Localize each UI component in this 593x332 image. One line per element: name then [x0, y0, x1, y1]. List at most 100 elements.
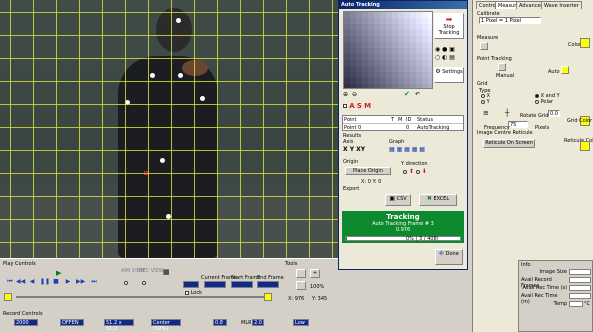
play-forward-icon[interactable]: ▶ [64, 278, 72, 285]
aim-view-radio[interactable] [124, 280, 128, 286]
rec-view-radio[interactable] [142, 280, 146, 286]
auto-label: Auto [548, 69, 560, 75]
frame-spin[interactable] [183, 281, 199, 288]
football [182, 60, 208, 76]
tracking-progress: 0% ( 3 / 408) [345, 236, 461, 242]
start-frame-field[interactable] [231, 281, 253, 288]
shutter-field[interactable]: OFFEN [60, 319, 84, 326]
measure-label: Measure [477, 35, 499, 41]
gain-field[interactable]: 0.8 [213, 319, 227, 326]
settings-label: Settings [442, 69, 463, 75]
grid-line [217, 0, 218, 258]
progress-text: 0% ( 3 / 408) [406, 236, 439, 242]
grid-line [0, 58, 338, 59]
ruler-icon[interactable] [480, 42, 488, 50]
tracking-marker [200, 96, 205, 101]
template-preview [343, 11, 433, 89]
mark-out-icon[interactable] [264, 293, 272, 301]
tool-button[interactable] [296, 269, 306, 278]
grid-line [0, 12, 338, 13]
mlr-field[interactable]: 2.0 [252, 319, 264, 326]
grid-type-y[interactable]: Y [481, 99, 490, 105]
grid-line [0, 127, 338, 128]
target-icons-row2[interactable]: ○ ◐ ▤ [435, 54, 455, 61]
play-reverse-icon[interactable]: ◀ [28, 278, 36, 285]
grid-cross-icon[interactable]: ┼ [505, 109, 509, 117]
grid-label: Grid [477, 81, 488, 87]
dialog-title: Auto Tracking [339, 1, 467, 9]
tracking-marker [178, 73, 183, 78]
settings-button[interactable]: ⚙ Settings [434, 67, 464, 83]
row-point[interactable]: Point 0 [344, 125, 361, 131]
preview-pixel [428, 84, 432, 88]
check-icon[interactable]: ✔ [404, 90, 410, 98]
grid-line [263, 0, 264, 258]
mark-in-icon[interactable] [4, 293, 12, 301]
mlr-label: MLR [241, 320, 252, 326]
place-origin-button[interactable]: Place Origin [345, 167, 391, 175]
zoom-in-icon[interactable]: + [310, 269, 320, 278]
point-tools[interactable]: A S M [343, 102, 371, 110]
manual-label: Manual [496, 73, 515, 79]
info-image-size: Image Size [521, 269, 591, 276]
skip-start-icon[interactable]: ⏮ [6, 278, 14, 285]
stop-icon[interactable]: ■ [52, 278, 60, 285]
auto-icon[interactable] [561, 66, 569, 74]
tracking-value: 0.976 [395, 227, 411, 233]
axis-buttons[interactable]: X Y XY [343, 146, 365, 153]
pixels-label: Pixels [535, 125, 550, 131]
frame-rate-field[interactable]: 2000 [14, 319, 38, 326]
save-icon: ▣ [389, 195, 395, 202]
athlete-head [156, 8, 192, 52]
grid-lines-icon[interactable]: ≡ [483, 109, 489, 117]
video-viewport[interactable] [0, 0, 338, 258]
grid-line [0, 173, 338, 174]
excel-button[interactable]: ✖ EXCEL [419, 194, 457, 206]
current-frame-field[interactable] [204, 281, 226, 288]
end-frame-field[interactable] [257, 281, 279, 288]
graph-buttons[interactable]: ▦ ▦ ▦ ▦ ▦ [389, 146, 425, 153]
quality-field[interactable]: Low [293, 319, 309, 326]
pause-icon[interactable]: ❚❚ [40, 278, 50, 285]
undo-icon[interactable]: ↶ [415, 91, 420, 98]
y-direction-options[interactable]: ⬆ ⬇ [403, 168, 427, 175]
measure-color-swatch[interactable] [580, 38, 590, 48]
grid-line [0, 242, 338, 243]
done-button[interactable]: ⎆ Done [435, 249, 463, 265]
timeline-track[interactable] [16, 296, 268, 298]
skip-end-icon[interactable]: ⏭ [90, 278, 98, 285]
grid-line [194, 0, 195, 258]
resolution-field[interactable]: 51.2 x 51.2 [104, 319, 134, 332]
tracking-marker [176, 18, 181, 23]
target-icons[interactable]: ◉ ● ▣ [435, 46, 455, 53]
row-status: AutoTracking [417, 125, 450, 131]
grid-line [33, 0, 34, 258]
tab-wave-inserter[interactable]: Wave Inserter [541, 1, 582, 9]
position-field[interactable]: Center (50%) [151, 319, 181, 332]
step-back-icon[interactable]: ◀◀ [16, 278, 25, 285]
origin-label: Origin [343, 159, 359, 165]
stop-tracking-button[interactable]: ➡ Stop Tracking [434, 13, 464, 39]
frequency-field[interactable]: 75 [508, 121, 528, 128]
axis-label: Axis [343, 139, 354, 145]
grid-line [0, 81, 338, 82]
zoom-in-icon[interactable]: ⊕ [343, 91, 348, 98]
manual-icon[interactable] [498, 63, 506, 71]
rotate-grid-field[interactable]: 0.0 [548, 110, 560, 117]
tools-label: Tools [285, 261, 298, 267]
camera-icon[interactable]: ▦ [163, 268, 170, 276]
info-avail-rec-time-m: Avail Rec Time (m) [521, 293, 591, 305]
step-forward-icon[interactable]: ▶▶ [76, 278, 85, 285]
grid-type-polar[interactable]: Polar [535, 99, 553, 105]
info-title: Info [521, 262, 531, 268]
rotate-grid-label: Rotate Grid [520, 113, 549, 119]
calibrate-field[interactable]: 1 Pixel = 1 Pixel [479, 17, 541, 24]
zoom-out-icon[interactable]: ⊖ [352, 91, 357, 98]
tool-button[interactable] [296, 281, 306, 290]
reticule-on-screen-button[interactable]: Reticule On Screen [483, 139, 535, 148]
athlete-figure [118, 56, 218, 258]
info-temp: Temp °C [553, 301, 590, 307]
csv-button[interactable]: ▣ CSV [385, 194, 411, 206]
reticule-color-swatch[interactable] [580, 141, 590, 151]
play-icon[interactable]: ▶ [56, 269, 61, 277]
